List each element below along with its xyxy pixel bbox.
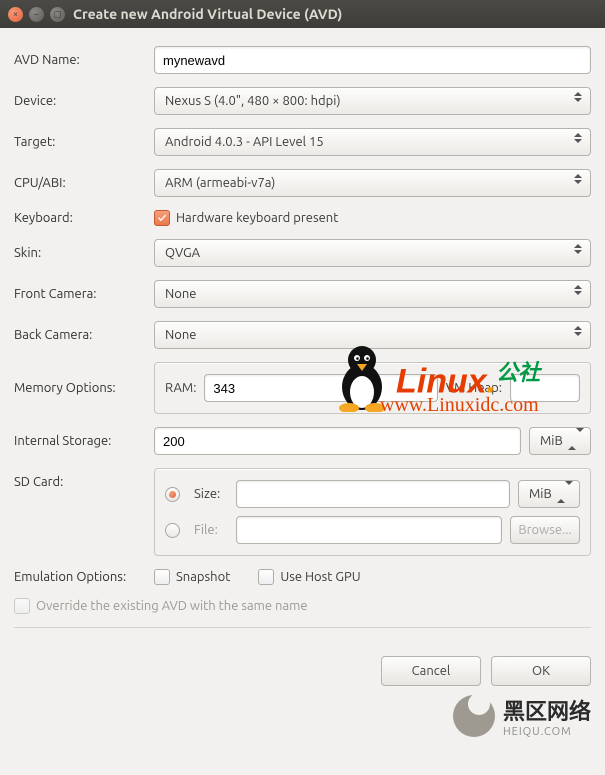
label-sd-size: Size: — [194, 487, 228, 501]
minimize-icon[interactable]: – — [29, 7, 44, 22]
label-emulation-options: Emulation Options: — [14, 570, 154, 584]
label-ram: RAM: — [165, 381, 196, 395]
label-vm-heap: VM Heap: — [446, 381, 502, 395]
vm-heap-input[interactable] — [510, 374, 580, 402]
separator — [14, 627, 591, 628]
chevron-updown-icon — [572, 174, 584, 184]
sd-size-radio[interactable] — [165, 487, 180, 502]
device-combo[interactable]: Nexus S (4.0", 480 × 800: hdpi) — [154, 87, 591, 115]
avd-name-input[interactable] — [154, 46, 591, 74]
ok-button[interactable]: OK — [491, 656, 591, 686]
heiqu-watermark: 黑区网络 HEIQU.COM — [453, 694, 591, 738]
ram-input[interactable] — [204, 374, 437, 402]
sd-size-unit-value: MiB — [529, 487, 552, 501]
cpu-abi-combo-value: ARM (armeabi-v7a) — [165, 176, 275, 190]
keyboard-checkbox[interactable] — [154, 210, 170, 226]
label-avd-name: AVD Name: — [14, 53, 154, 67]
override-checkbox — [14, 598, 30, 614]
internal-storage-unit-value: MiB — [540, 434, 563, 448]
heiqu-text-en: HEIQU.COM — [503, 726, 591, 738]
target-combo[interactable]: Android 4.0.3 - API Level 15 — [154, 128, 591, 156]
keyboard-checkbox-label: Hardware keyboard present — [176, 211, 338, 225]
window-controls: × – ▢ — [8, 7, 65, 22]
back-camera-combo[interactable]: None — [154, 321, 591, 349]
label-device: Device: — [14, 94, 154, 108]
front-camera-combo[interactable]: None — [154, 280, 591, 308]
label-back-camera: Back Camera: — [14, 328, 154, 342]
heiqu-logo-icon — [453, 695, 495, 737]
close-icon[interactable]: × — [8, 7, 23, 22]
use-host-gpu-checkbox[interactable] — [258, 569, 274, 585]
cpu-abi-combo[interactable]: ARM (armeabi-v7a) — [154, 169, 591, 197]
label-internal-storage: Internal Storage: — [14, 434, 154, 448]
cancel-button[interactable]: Cancel — [381, 656, 481, 686]
sd-size-input[interactable] — [236, 480, 510, 508]
window-title: Create new Android Virtual Device (AVD) — [73, 6, 342, 22]
chevron-updown-icon — [572, 326, 584, 336]
label-sd-card: SD Card: — [14, 468, 154, 489]
sd-file-radio[interactable] — [165, 523, 180, 538]
label-keyboard: Keyboard: — [14, 211, 154, 225]
internal-storage-input[interactable] — [154, 427, 521, 455]
chevron-updown-icon — [572, 285, 584, 295]
browse-button: Browse... — [510, 516, 580, 544]
snapshot-checkbox[interactable] — [154, 569, 170, 585]
label-cpu-abi: CPU/ABI: — [14, 176, 154, 190]
chevron-updown-icon — [568, 432, 584, 446]
device-combo-value: Nexus S (4.0", 480 × 800: hdpi) — [165, 94, 341, 108]
sd-file-input — [236, 516, 502, 544]
maximize-icon[interactable]: ▢ — [50, 7, 65, 22]
chevron-updown-icon — [557, 485, 573, 499]
memory-options-panel: RAM: VM Heap: — [154, 362, 591, 414]
window-titlebar: × – ▢ Create new Android Virtual Device … — [0, 0, 605, 28]
sd-size-unit-spinner[interactable]: MiB — [518, 480, 580, 508]
label-target: Target: — [14, 135, 154, 149]
label-front-camera: Front Camera: — [14, 287, 154, 301]
sd-card-panel: Size: MiB File: Browse... — [154, 468, 591, 556]
override-checkbox-label: Override the existing AVD with the same … — [36, 599, 308, 613]
target-combo-value: Android 4.0.3 - API Level 15 — [165, 135, 324, 149]
skin-combo[interactable]: QVGA — [154, 239, 591, 267]
use-host-gpu-checkbox-label: Use Host GPU — [280, 570, 360, 584]
chevron-updown-icon — [572, 92, 584, 102]
front-camera-combo-value: None — [165, 287, 197, 301]
label-skin: Skin: — [14, 246, 154, 260]
back-camera-combo-value: None — [165, 328, 197, 342]
label-sd-file: File: — [194, 523, 228, 537]
skin-combo-value: QVGA — [165, 246, 200, 260]
chevron-updown-icon — [572, 133, 584, 143]
internal-storage-unit-spinner[interactable]: MiB — [529, 427, 591, 455]
chevron-updown-icon — [572, 244, 584, 254]
snapshot-checkbox-label: Snapshot — [176, 570, 230, 584]
label-memory-options: Memory Options: — [14, 381, 154, 395]
